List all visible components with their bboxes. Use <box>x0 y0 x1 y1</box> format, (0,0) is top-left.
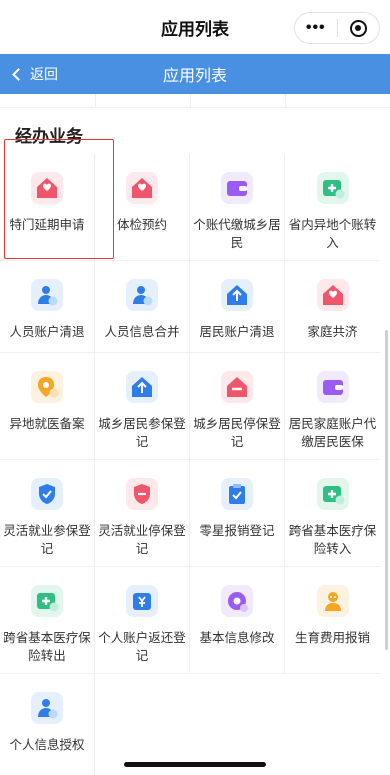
app-tile-label: 人员信息合并 <box>104 325 180 339</box>
house-arrow-icon <box>221 279 253 311</box>
wallet-icon <box>221 172 253 204</box>
app-tile-label: 居民家庭账户代缴居民医保 <box>288 417 377 449</box>
app-tile-label: 特门延期申请 <box>9 218 85 232</box>
baby-icon <box>316 585 349 617</box>
app-tile-label: 基本信息修改 <box>199 631 275 645</box>
close-target-icon[interactable] <box>337 19 379 37</box>
app-tile-label: 人员账户清退 <box>9 325 85 339</box>
app-tile-label: 跨省基本医疗保险转入 <box>288 524 377 556</box>
app-tile[interactable]: 人员账户清退 <box>0 261 95 353</box>
app-tile-label: 个人账户返还登记 <box>98 631 186 663</box>
app-tile[interactable]: 基本信息修改 <box>190 567 285 674</box>
app-tile[interactable]: 生育费用报销 <box>285 567 380 674</box>
person-check-icon <box>31 692 63 724</box>
app-tile[interactable]: 居民家庭账户代缴居民医保 <box>285 353 380 460</box>
app-tile-label: 体检预约 <box>116 218 167 232</box>
app-tile-label: 城乡居民参保登记 <box>98 417 186 449</box>
shield-check-icon <box>31 478 63 510</box>
yen-card-icon <box>126 585 158 617</box>
nav-bar: 返回 应用列表 <box>0 54 390 94</box>
mini-program-capsule: ••• <box>294 12 380 44</box>
house-heart-icon <box>316 279 349 311</box>
app-tile[interactable]: 省内异地个账转入 <box>285 154 380 261</box>
page-title: 应用列表 <box>161 19 229 39</box>
app-tile-label: 跨省基本医疗保险转出 <box>3 631 91 663</box>
app-tile-label: 零星报销登记 <box>199 524 275 538</box>
medical-transfer-icon <box>316 172 349 204</box>
app-tile[interactable]: 灵活就业停保登记 <box>95 460 190 567</box>
app-tile-label: 家庭共济 <box>307 325 358 339</box>
app-tile-label: 异地就医备案 <box>9 417 85 431</box>
app-tile[interactable]: 家庭共济 <box>285 261 380 353</box>
clipboard-check-icon <box>221 478 253 510</box>
scrollbar[interactable] <box>385 330 388 650</box>
app-tile[interactable]: 特门延期申请 <box>0 154 95 261</box>
chevron-left-icon <box>12 67 25 81</box>
app-tile-label: 生育费用报销 <box>294 631 370 645</box>
app-tile[interactable]: 跨省基本医疗保险转入 <box>285 460 380 567</box>
app-tile[interactable]: 异地就医备案 <box>0 353 95 460</box>
app-tile[interactable]: 居民账户清退 <box>190 261 285 353</box>
house-heart-icon <box>126 172 158 204</box>
house-minus-icon <box>221 371 253 403</box>
app-tile-label: 省内异地个账转入 <box>288 218 377 250</box>
app-tile-label: 个人信息授权 <box>9 738 85 752</box>
app-list-content[interactable]: 经办业务 特门延期申请 体检预约 个账代缴城乡居民 省内异地个账转入人员账户清退 人员信… <box>0 94 390 775</box>
person-check-icon <box>126 279 158 311</box>
back-label: 返回 <box>30 66 58 82</box>
person-check-icon <box>31 279 63 311</box>
house-heart-icon <box>31 172 63 204</box>
app-tile-label: 灵活就业参保登记 <box>3 524 91 556</box>
more-icon[interactable]: ••• <box>295 19 337 37</box>
app-tile-label: 城乡居民停保登记 <box>193 417 281 449</box>
app-tile[interactable]: 人员信息合并 <box>95 261 190 353</box>
back-button[interactable]: 返回 <box>12 54 58 94</box>
app-tile[interactable]: 跨省基本医疗保险转出 <box>0 567 95 674</box>
app-tile[interactable]: 零星报销登记 <box>190 460 285 567</box>
app-tile[interactable]: 体检预约 <box>95 154 190 261</box>
app-tile[interactable]: 个账代缴城乡居民 <box>190 154 285 261</box>
section-title: 经办业务 <box>15 127 83 146</box>
location-plus-icon <box>31 371 63 403</box>
app-tile[interactable]: 城乡居民停保登记 <box>190 353 285 460</box>
nav-title: 应用列表 <box>162 68 227 85</box>
app-tile[interactable]: 个人账户返还登记 <box>95 567 190 674</box>
wallet-icon <box>316 371 349 403</box>
app-tile-label: 居民账户清退 <box>199 325 275 339</box>
medical-transfer-icon <box>316 478 349 510</box>
previous-section-edge <box>0 94 390 108</box>
medical-transfer-icon <box>31 585 63 617</box>
home-indicator <box>124 762 266 767</box>
house-arrow-icon <box>126 371 158 403</box>
app-tile[interactable]: 个人信息授权 <box>0 674 95 775</box>
gear-icon <box>221 585 253 617</box>
app-tile-label: 个账代缴城乡居民 <box>193 218 281 250</box>
app-tile-label: 灵活就业停保登记 <box>98 524 186 556</box>
app-tile[interactable]: 城乡居民参保登记 <box>95 353 190 460</box>
shield-minus-icon <box>126 478 158 510</box>
app-tile[interactable]: 灵活就业参保登记 <box>0 460 95 567</box>
top-bar: 应用列表 ••• <box>0 0 390 54</box>
